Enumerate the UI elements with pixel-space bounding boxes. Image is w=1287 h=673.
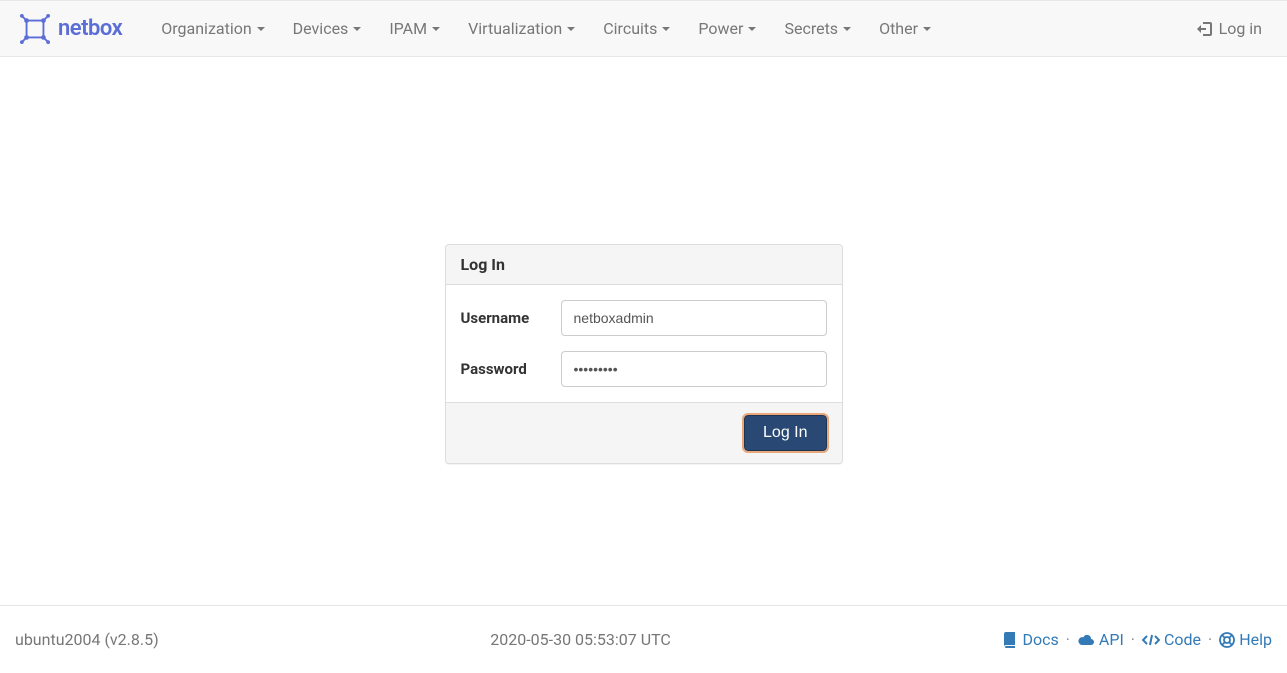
nav-virtualization[interactable]: Virtualization [454,5,589,52]
nav-label: IPAM [389,19,427,38]
login-panel-footer: Log In [446,402,842,463]
username-label: Username [461,309,561,327]
footer-link-label: Help [1239,630,1272,649]
login-link-label: Log in [1219,19,1262,38]
brand-logo[interactable]: netbox [15,14,127,44]
life-ring-icon [1219,632,1235,648]
footer-link-label: API [1099,630,1124,649]
sign-in-icon [1197,21,1213,37]
main-content: Log In Username Password Log In [0,57,1287,605]
caret-down-icon [923,27,931,31]
password-label: Password [461,360,561,378]
nav-circuits[interactable]: Circuits [589,5,684,52]
book-icon [1002,632,1018,648]
login-panel-body: Username Password [446,285,842,402]
caret-down-icon [843,27,851,31]
separator: · [1131,630,1135,649]
footer-help-link[interactable]: Help [1219,630,1272,649]
nav-label: Virtualization [468,19,562,38]
nav-ipam[interactable]: IPAM [375,5,454,52]
brand-name: netbox [58,16,122,41]
caret-down-icon [662,27,670,31]
footer-links: Docs · API · Code · Help [1002,630,1272,649]
netbox-logo-icon [20,14,50,44]
caret-down-icon [353,27,361,31]
nav-label: Other [879,19,918,38]
login-panel-title: Log In [446,245,842,285]
nav-label: Circuits [603,19,657,38]
nav-secrets[interactable]: Secrets [770,5,865,52]
footer-api-link[interactable]: API [1077,630,1124,649]
nav-label: Power [698,19,743,38]
separator: · [1066,630,1070,649]
footer-docs-link[interactable]: Docs [1002,630,1058,649]
nav-other[interactable]: Other [865,5,945,52]
login-link[interactable]: Log in [1187,5,1272,52]
footer-link-label: Code [1164,630,1201,649]
footer-link-label: Docs [1022,630,1058,649]
nav-power[interactable]: Power [684,5,770,52]
caret-down-icon [257,27,265,31]
nav-devices[interactable]: Devices [279,5,376,52]
footer-code-link[interactable]: Code [1142,630,1201,649]
cloud-icon [1077,633,1095,647]
nav-right: Log in [1187,5,1272,52]
nav-organization[interactable]: Organization [147,5,278,52]
login-panel: Log In Username Password Log In [445,244,843,464]
footer: ubuntu2004 (v2.8.5) 2020-05-30 05:53:07 … [0,605,1287,673]
username-input[interactable] [561,300,827,336]
nav-items: Organization Devices IPAM Virtualization… [147,5,1186,52]
caret-down-icon [748,27,756,31]
navbar: netbox Organization Devices IPAM Virtual… [0,0,1287,57]
nav-label: Secrets [784,19,838,38]
password-input[interactable] [561,351,827,387]
footer-host-version: ubuntu2004 (v2.8.5) [15,630,159,649]
separator: · [1208,630,1212,649]
nav-label: Organization [161,19,251,38]
code-icon [1142,633,1160,647]
caret-down-icon [567,27,575,31]
nav-label: Devices [293,19,349,38]
login-submit-button[interactable]: Log In [744,415,826,451]
password-group: Password [461,351,827,387]
footer-timestamp: 2020-05-30 05:53:07 UTC [159,630,1003,649]
username-group: Username [461,300,827,336]
caret-down-icon [432,27,440,31]
